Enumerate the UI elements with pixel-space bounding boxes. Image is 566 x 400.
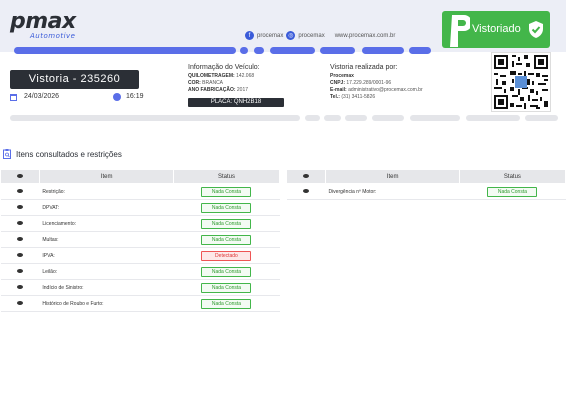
row-item: Divergência nº Motor: xyxy=(325,183,460,200)
section-title: Itens consultados e restrições xyxy=(3,149,122,159)
divider-stripe-segment xyxy=(345,115,367,121)
inspector-heading: Vistoria realizada por: xyxy=(330,64,398,71)
row-item: Restrição: xyxy=(39,183,174,200)
status-badge: Nada Consta xyxy=(201,202,252,213)
row-item: DPVAT: xyxy=(39,199,174,216)
badge-p-icon xyxy=(450,15,470,47)
item-column-header: Item xyxy=(325,169,460,184)
calendar-icon xyxy=(10,94,17,101)
social-links: f procemax ◎ procemax www.procemax.com.b… xyxy=(245,31,395,40)
facebook-icon: f xyxy=(245,31,254,40)
divider-stripe-segment xyxy=(466,115,520,121)
accent-stripe-segment xyxy=(362,47,404,54)
vistoria-time: 16:19 xyxy=(126,93,144,100)
table-row: Restrição: Nada Consta xyxy=(0,183,281,200)
accent-stripe-segment xyxy=(320,47,355,54)
row-item: IPVA: xyxy=(39,247,174,264)
status-badge: Nada Consta xyxy=(487,186,538,197)
status-badge: Nada Consta xyxy=(201,282,252,293)
status-badge: Nada Consta xyxy=(201,298,252,309)
status-column-header: Status xyxy=(172,169,281,184)
inspector-cnpj: CNPJ: 17.229.289/0001-96 xyxy=(330,80,392,86)
eye-icon xyxy=(17,173,24,178)
row-item: Histórico de Roubo e Furto: xyxy=(39,295,174,312)
badge-label: Vistoriado xyxy=(472,23,521,35)
table-row: DPVAT: Nada Consta xyxy=(0,199,281,216)
divider-stripe-segment xyxy=(372,115,404,121)
accent-stripe-segment xyxy=(270,47,315,54)
table-row: Indício de Sinistro: Nada Consta xyxy=(0,279,281,296)
status-badge: Nada Consta xyxy=(201,266,252,277)
status-column-header: Status xyxy=(458,169,566,184)
status-badge: Nada Consta xyxy=(201,186,252,197)
vehicle-field: COR: BRANCA xyxy=(188,80,224,86)
status-badge: Nada Consta xyxy=(201,218,252,229)
eye-icon[interactable] xyxy=(302,188,309,193)
table-row: Licenciamento: Nada Consta xyxy=(0,215,281,232)
eye-icon[interactable] xyxy=(16,252,23,257)
table-row: Multas: Nada Consta xyxy=(0,231,281,248)
table-row: IPVA: Detectado xyxy=(0,247,281,264)
vistoria-number: Vistoria - 235260 xyxy=(10,70,139,89)
vistoriado-badge: Vistoriado xyxy=(442,11,550,48)
section-title-text: Itens consultados e restrições xyxy=(16,149,122,159)
row-item: Leilão: xyxy=(39,263,174,280)
divider-stripe-segment xyxy=(525,115,558,121)
company-logo: pmax Automotive xyxy=(10,9,76,41)
row-item: Multas: xyxy=(39,231,174,248)
accent-stripe-segment xyxy=(14,47,236,54)
shield-check-icon xyxy=(529,21,543,38)
logo-sub-text: Automotive xyxy=(30,32,76,40)
eye-icon[interactable] xyxy=(16,268,23,273)
accent-stripe-segment xyxy=(240,47,248,54)
instagram-icon: ◎ xyxy=(286,31,296,40)
restrictions-table-right: Item Status Divergência nº Motor: Nada C… xyxy=(285,169,566,200)
facebook-handle[interactable]: procemax xyxy=(257,33,283,39)
qr-code[interactable] xyxy=(491,52,551,112)
table-row: Divergência nº Motor: Nada Consta xyxy=(286,183,566,200)
accent-stripe-segment xyxy=(254,47,264,54)
restrictions-table-left: Item Status Restrição: Nada Consta DPVAT… xyxy=(0,169,281,312)
eye-icon[interactable] xyxy=(16,284,23,289)
vehicle-field: QUILOMETRAGEM: 142.068 xyxy=(188,73,255,79)
instagram-handle[interactable]: procemax xyxy=(298,33,324,39)
row-item: Indício de Sinistro: xyxy=(39,279,174,296)
vehicle-field: ANO FABRICAÇÃO: 2017 xyxy=(188,87,249,93)
inspector-name: Procemax xyxy=(330,73,354,79)
status-badge: Nada Consta xyxy=(201,234,252,245)
clock-icon xyxy=(113,93,121,101)
divider-stripe-segment xyxy=(10,115,300,121)
eye-icon[interactable] xyxy=(16,204,23,209)
eye-icon[interactable] xyxy=(16,220,23,225)
divider-stripe-segment xyxy=(305,115,320,121)
eye-column-header xyxy=(0,169,41,184)
page-header: pmax Automotive f procemax ◎ procemax ww… xyxy=(0,0,566,52)
date-time-row: 24/03/2026 16:19 xyxy=(10,93,144,103)
accent-stripe-segment xyxy=(409,47,431,54)
table-row: Histórico de Roubo e Furto: Nada Consta xyxy=(0,295,281,312)
vehicle-info-heading: Informação do Veículo: xyxy=(188,64,260,71)
inspector-tel: Tel.: (31) 3411-5826 xyxy=(330,94,376,100)
table-row: Leilão: Nada Consta xyxy=(0,263,281,280)
vistoria-date: 24/03/2026 xyxy=(24,93,60,100)
eye-icon[interactable] xyxy=(16,188,23,193)
table-header-row: Item Status xyxy=(0,169,281,184)
eye-icon xyxy=(303,173,310,178)
logo-main-text: pmax xyxy=(10,9,76,34)
clipboard-search-icon xyxy=(3,149,11,159)
eye-icon[interactable] xyxy=(16,300,23,305)
status-badge: Detectado xyxy=(201,250,252,261)
plate-label: PLACA: QNH2B18 xyxy=(188,98,284,107)
divider-stripe-segment xyxy=(410,115,460,121)
row-item: Licenciamento: xyxy=(39,215,174,232)
eye-column-header xyxy=(285,169,327,184)
inspector-email: E-mail: administrativo@procemax.com.br xyxy=(330,87,423,93)
eye-icon[interactable] xyxy=(16,236,23,241)
table-header-row: Item Status xyxy=(285,169,566,184)
website-link[interactable]: www.procemax.com.br xyxy=(335,33,396,39)
item-column-header: Item xyxy=(39,169,174,184)
divider-stripe-segment xyxy=(324,115,341,121)
inspector-info: Vistoria realizada por: Procemax CNPJ: 1… xyxy=(330,64,470,101)
vehicle-info: Informação do Veículo: QUILOMETRAGEM: 14… xyxy=(188,64,308,94)
